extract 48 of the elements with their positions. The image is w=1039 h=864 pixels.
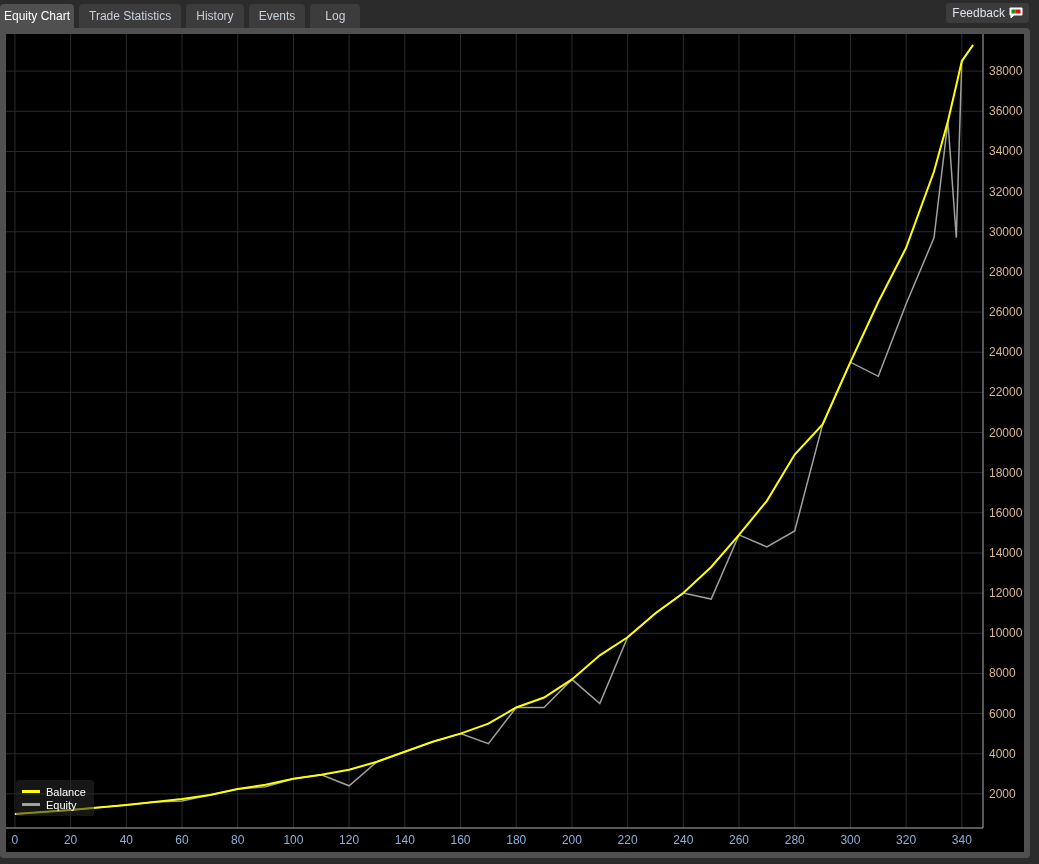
feedback-button[interactable]: Feedback	[946, 3, 1029, 23]
legend-swatch	[22, 803, 40, 806]
y-tick-label: 2000	[989, 786, 1016, 801]
x-tick-label: 20	[63, 833, 78, 847]
tab[interactable]: History	[186, 4, 244, 28]
legend-label: Equity	[46, 798, 77, 811]
x-tick-label: 160	[450, 833, 471, 847]
y-tick-label: 10000	[989, 626, 1023, 641]
x-tick-label: 80	[231, 833, 245, 847]
y-tick-label: 12000	[989, 586, 1023, 601]
y-tick-label: 26000	[989, 305, 1023, 320]
y-tick-label: 18000	[989, 465, 1023, 480]
x-tick-label: 40	[119, 833, 133, 847]
x-tick-label: 260	[729, 833, 750, 847]
y-tick-label: 20000	[989, 425, 1023, 440]
x-tick-label: 220	[617, 833, 638, 847]
legend-label: Balance	[46, 785, 86, 798]
x-tick-label: 0	[11, 833, 19, 847]
speech-bubble-icon	[1009, 7, 1023, 19]
tab[interactable]: Events	[248, 4, 306, 28]
y-tick-label: 14000	[989, 545, 1023, 560]
y-tick-label: 8000	[989, 666, 1016, 681]
x-tick-label: 100	[283, 833, 304, 847]
x-tick-label: 280	[784, 833, 805, 847]
tab[interactable]: Log	[310, 4, 361, 28]
y-tick-label: 36000	[989, 104, 1023, 119]
y-tick-label: 38000	[989, 64, 1023, 79]
y-tick-label: 16000	[989, 505, 1023, 520]
y-tick-label: 24000	[989, 345, 1023, 360]
y-tick-label: 34000	[989, 144, 1023, 159]
y-tick-label: 4000	[989, 746, 1016, 761]
tab[interactable]: Equity Chart	[0, 4, 75, 28]
x-tick-label: 140	[394, 833, 415, 847]
tab[interactable]: Trade Statistics	[79, 4, 182, 28]
y-tick-label: 6000	[989, 706, 1016, 721]
y-tick-label: 28000	[989, 264, 1023, 279]
y-tick-label: 32000	[989, 184, 1023, 199]
legend-swatch	[22, 790, 40, 793]
x-tick-label: 340	[951, 833, 972, 847]
y-tick-label: 30000	[989, 224, 1023, 239]
x-tick-label: 320	[896, 833, 917, 847]
x-tick-label: 200	[561, 833, 582, 847]
x-tick-label: 300	[840, 833, 861, 847]
x-tick-label: 60	[175, 833, 189, 847]
y-tick-label: 22000	[989, 385, 1023, 400]
x-tick-label: 180	[506, 833, 527, 847]
x-tick-label: 120	[339, 833, 360, 847]
x-tick-label: 240	[673, 833, 694, 847]
